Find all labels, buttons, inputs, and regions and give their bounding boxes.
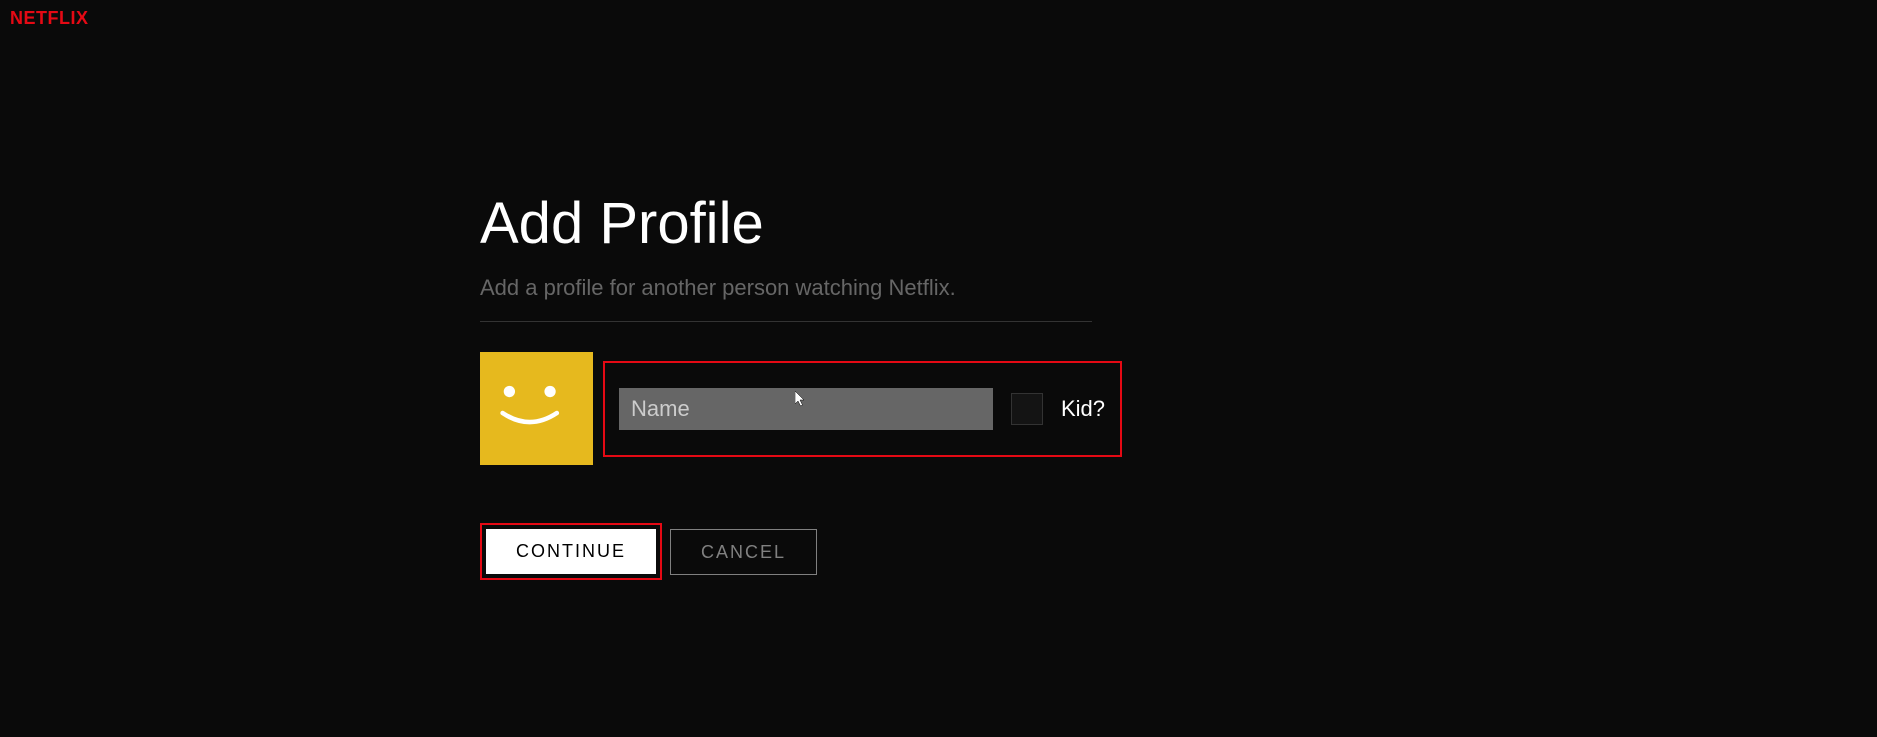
profile-input-group: Kid? — [603, 361, 1122, 457]
profile-avatar[interactable] — [480, 352, 593, 465]
profile-name-input[interactable] — [619, 388, 993, 430]
page-title: Add Profile — [480, 190, 1180, 257]
cancel-button[interactable]: CANCEL — [670, 529, 817, 575]
smiley-face-icon — [480, 352, 593, 465]
continue-button[interactable]: CONTINUE — [486, 529, 656, 574]
netflix-logo: NETFLIX — [10, 8, 89, 29]
button-row: CONTINUE CANCEL — [480, 523, 1180, 580]
add-profile-panel: Add Profile Add a profile for another pe… — [480, 190, 1180, 580]
divider — [480, 321, 1092, 322]
kid-checkbox[interactable] — [1011, 393, 1043, 425]
kid-label: Kid? — [1061, 396, 1105, 422]
page-subtitle: Add a profile for another person watchin… — [480, 275, 1180, 301]
profile-row: Kid? — [480, 352, 1180, 465]
continue-highlight: CONTINUE — [480, 523, 662, 580]
